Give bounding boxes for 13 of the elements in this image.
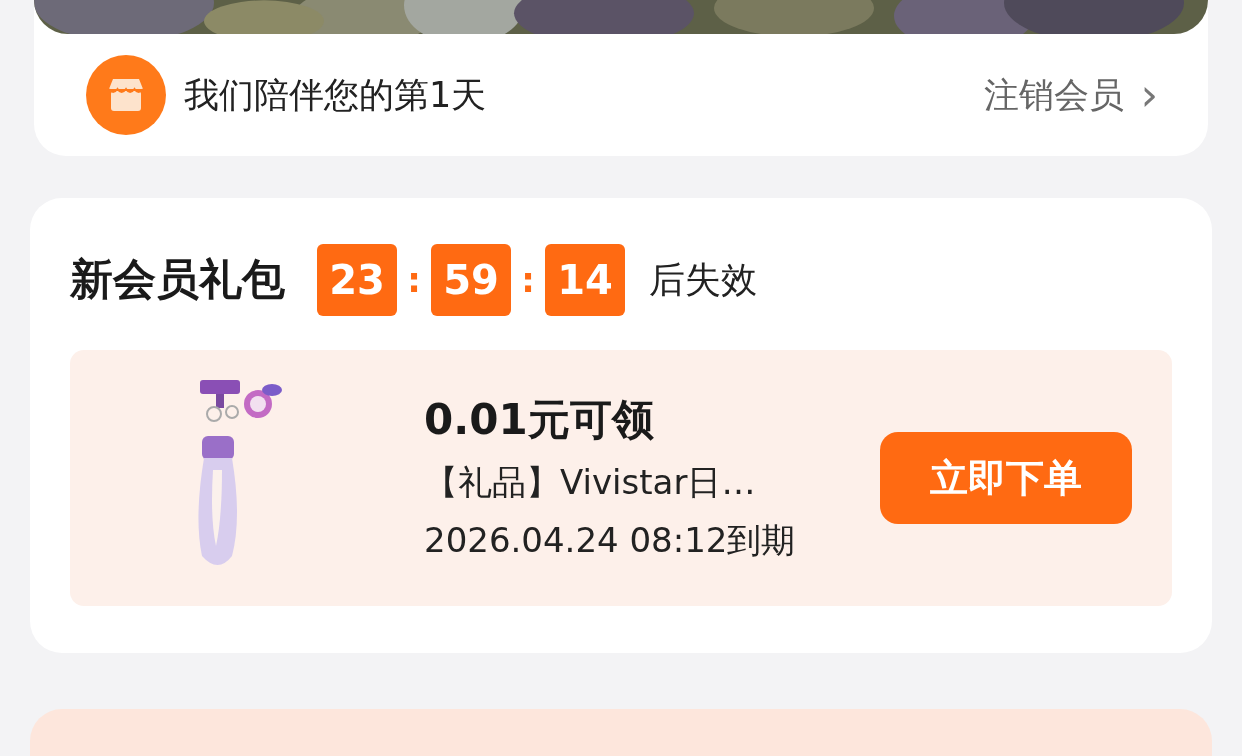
section-title: 新会员礼包 [70, 253, 285, 306]
shop-icon [86, 55, 166, 135]
countdown-digits: 23 [317, 244, 397, 316]
price-text: 0.01元可领 [424, 394, 655, 446]
expiry-suffix: 后失效 [649, 257, 757, 302]
product-name: 【礼品】Vivistar日… [424, 461, 757, 504]
expiry-date: 2026.04.24 08:12到期 [424, 519, 797, 562]
cancel-membership-link[interactable]: 注销会员 › [984, 71, 1158, 119]
countdown-separator: : [520, 260, 536, 300]
countdown-separator: : [406, 260, 422, 300]
countdown-digits: 14 [545, 244, 625, 316]
membership-days-text: 我们陪伴您的第1天 [184, 73, 488, 117]
countdown-digits: 59 [431, 244, 511, 316]
